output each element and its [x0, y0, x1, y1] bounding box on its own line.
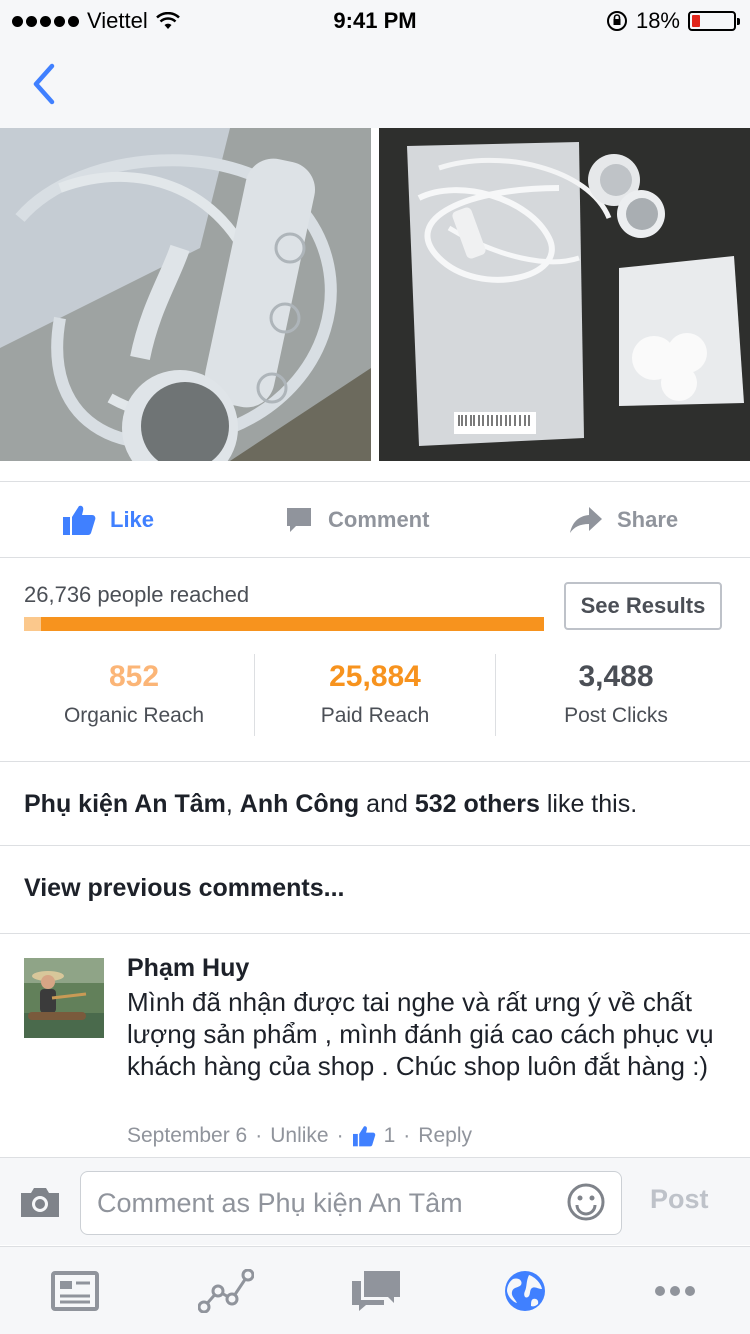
liker-link-2[interactable]: Anh Công — [240, 790, 359, 818]
liker-link-1[interactable]: Phụ kiện An Tâm — [24, 790, 226, 818]
stat-paid-reach: 25,884 Paid Reach — [255, 652, 495, 736]
tab-messages[interactable] — [350, 1269, 400, 1313]
people-reached-label: 26,736 people reached — [24, 582, 250, 607]
rotation-lock-icon — [606, 11, 627, 31]
comment-date[interactable]: September 6 — [127, 1124, 247, 1148]
post-comment-button[interactable]: Post — [650, 1184, 709, 1215]
status-bar: Viettel 9:41 PM 18% — [0, 0, 750, 40]
meta-separator: · — [336, 1124, 344, 1147]
comment-label: Comment — [328, 507, 430, 532]
paid-reach-label: Paid Reach — [320, 704, 430, 727]
comment-like-count[interactable]: 1 — [384, 1124, 396, 1148]
reach-progress-bar — [24, 617, 544, 631]
organic-reach-label: Organic Reach — [63, 704, 205, 727]
comment-composer: Post — [0, 1157, 750, 1245]
battery-info: 18% — [606, 8, 740, 34]
share-label: Share — [617, 507, 679, 532]
earphones-photo-2[interactable] — [379, 128, 750, 461]
likes-and: and — [359, 790, 415, 818]
post-clicks-label: Post Clicks — [564, 704, 668, 727]
unlike-link[interactable]: Unlike — [270, 1124, 328, 1148]
comment-button[interactable]: Comment — [284, 482, 429, 558]
paid-reach-value: 25,884 — [329, 660, 421, 693]
thumbs-up-icon — [63, 505, 96, 535]
tab-news-feed[interactable] — [50, 1269, 100, 1313]
likes-summary: Phụ kiện An Tâm, Anh Công and 532 others… — [0, 761, 750, 846]
like-label: Like — [110, 507, 155, 532]
battery-percent: 18% — [635, 8, 680, 33]
organic-reach-fill — [24, 617, 41, 631]
camera-icon — [21, 1188, 59, 1217]
tab-more[interactable] — [650, 1269, 700, 1313]
organic-reach-value: 852 — [108, 660, 160, 693]
reach-stats: 852 Organic Reach 25,884 Paid Reach 3,48… — [0, 652, 750, 736]
stat-post-clicks: 3,488 Post Clicks — [496, 652, 736, 736]
comment-meta: September 6 · Unlike · 1 · Reply — [127, 1124, 472, 1148]
comment-item: Phạm Huy Mình đã nhận được tai nghe và r… — [0, 934, 750, 1156]
meta-separator: · — [403, 1124, 411, 1147]
emoji-button[interactable] — [566, 1182, 606, 1222]
back-button[interactable] — [26, 62, 66, 106]
share-arrow-icon — [570, 507, 602, 533]
post-actions-bar: Like Comment Share — [0, 481, 750, 558]
post-photos — [0, 128, 750, 461]
post-clicks-value: 3,488 — [578, 660, 654, 693]
tab-insights[interactable] — [197, 1268, 255, 1314]
tab-globe[interactable] — [503, 1269, 553, 1313]
comment-text: Mình đã nhận được tai nghe và rất ưng ý … — [127, 987, 714, 1081]
likes-sep: , — [225, 790, 240, 818]
messages-icon — [352, 1271, 400, 1311]
thumbs-up-icon — [352, 1126, 375, 1147]
insights-icon — [197, 1268, 255, 1314]
likes-others-link[interactable]: 532 others — [415, 790, 540, 818]
meta-separator: · — [255, 1124, 263, 1147]
likes-suffix: like this. — [539, 790, 638, 818]
camera-button[interactable] — [18, 1184, 62, 1220]
battery-icon — [688, 11, 740, 31]
view-previous-comments-link[interactable]: View previous comments... — [0, 846, 750, 934]
avatar[interactable] — [24, 958, 104, 1038]
bottom-tab-bar — [0, 1246, 750, 1334]
stat-organic-reach: 852 Organic Reach — [14, 652, 254, 736]
more-icon — [655, 1286, 695, 1296]
earphones-photo-1[interactable] — [0, 128, 371, 461]
reply-link[interactable]: Reply — [418, 1124, 472, 1148]
comment-input[interactable] — [80, 1171, 622, 1235]
news-feed-icon — [51, 1271, 99, 1311]
comment-author[interactable]: Phạm Huy — [127, 954, 249, 983]
nav-bar — [0, 40, 750, 128]
share-button[interactable]: Share — [569, 482, 678, 558]
see-results-button[interactable]: See Results — [564, 582, 722, 630]
comment-bubble-icon — [287, 508, 311, 532]
chevron-left-icon — [33, 63, 55, 105]
like-button[interactable]: Like — [62, 482, 154, 558]
smiley-icon — [567, 1183, 605, 1221]
globe-icon — [505, 1271, 545, 1311]
